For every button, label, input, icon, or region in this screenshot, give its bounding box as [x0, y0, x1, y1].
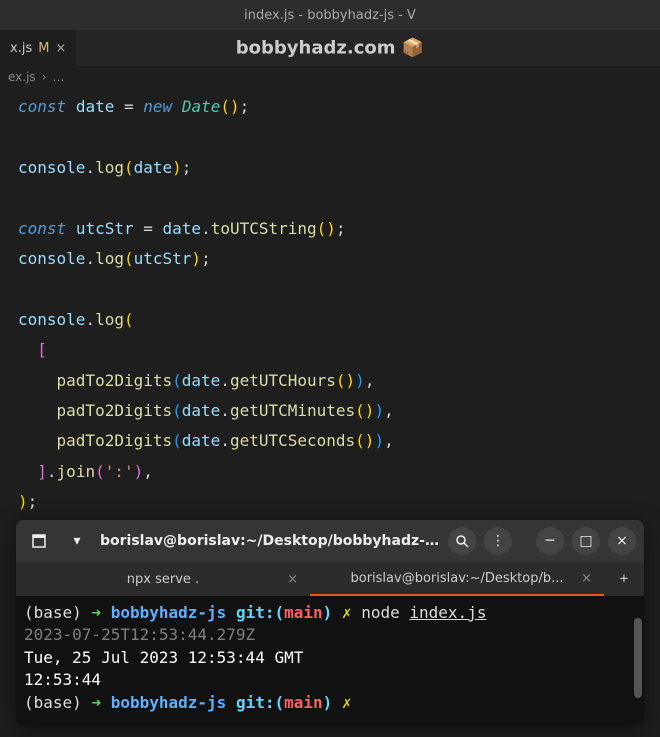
maximize-button[interactable]: □ — [572, 527, 600, 555]
plus-icon: + — [620, 571, 628, 587]
watermark-text: bobbyhadz.com — [236, 38, 396, 59]
window-title: index.js - bobbyhadz-js - V — [244, 8, 416, 23]
terminal-tab-label: borislav@borislav:~/Desktop/b... — [351, 571, 564, 586]
chevron-right-icon: › — [42, 70, 47, 84]
terminal-tab-serve[interactable]: npx serve . × — [16, 562, 310, 596]
chevron-down-icon: ▾ — [73, 533, 80, 549]
box-icon: 📦 — [402, 38, 424, 59]
terminal-header: ▾ borislav@borislav:~/Desktop/bobbyhadz-… — [16, 520, 644, 562]
editor-tabbar: x.js M × bobbyhadz.com 📦 — [0, 30, 660, 66]
breadcrumb-file: ex.js — [8, 70, 36, 84]
kebab-icon: ⋮ — [491, 533, 505, 549]
search-button[interactable] — [448, 527, 476, 555]
terminal-tab-label: npx serve . — [127, 572, 199, 587]
terminal-output: 12:53:44 — [24, 669, 636, 691]
scrollbar[interactable] — [634, 618, 642, 698]
minimize-icon: ─ — [546, 533, 554, 549]
close-icon[interactable]: × — [55, 41, 66, 56]
add-tab-button[interactable]: + — [604, 562, 644, 596]
terminal-output: Tue, 25 Jul 2023 12:53:44 GMT — [24, 647, 636, 669]
tab-dropdown-button[interactable]: ▾ — [62, 526, 92, 556]
watermark: bobbyhadz.com 📦 — [236, 38, 424, 59]
editor-tab[interactable]: x.js M × — [0, 30, 76, 66]
breadcrumb-more: … — [53, 70, 65, 84]
tab-modified-indicator: M — [38, 41, 49, 56]
menu-button[interactable]: ⋮ — [484, 527, 512, 555]
terminal-title: borislav@borislav:~/Desktop/bobbyhadz-r.… — [100, 533, 440, 549]
terminal-line: (base) ➜ bobbyhadz-js git:(main) ✗ node … — [24, 602, 636, 624]
terminal-tab-shell[interactable]: borislav@borislav:~/Desktop/b... × — [310, 562, 604, 596]
close-window-button[interactable]: × — [608, 527, 636, 555]
new-tab-button[interactable] — [24, 526, 54, 556]
close-icon: × — [616, 533, 628, 549]
close-icon[interactable]: × — [581, 571, 592, 586]
terminal-body[interactable]: (base) ➜ bobbyhadz-js git:(main) ✗ node … — [16, 596, 644, 726]
close-icon[interactable]: × — [287, 572, 298, 587]
maximize-icon: □ — [579, 533, 592, 549]
terminal-window: ▾ borislav@borislav:~/Desktop/bobbyhadz-… — [16, 520, 644, 726]
terminal-icon — [32, 534, 46, 548]
terminal-line: (base) ➜ bobbyhadz-js git:(main) ✗ — [24, 692, 636, 714]
search-icon — [455, 534, 469, 548]
window-titlebar: index.js - bobbyhadz-js - V — [0, 0, 660, 30]
breadcrumb[interactable]: ex.js › … — [0, 66, 660, 88]
terminal-output: 2023-07-25T12:53:44.279Z — [24, 624, 636, 646]
minimize-button[interactable]: ─ — [536, 527, 564, 555]
tab-filename: x.js — [10, 41, 32, 56]
terminal-tabs: npx serve . × borislav@borislav:~/Deskto… — [16, 562, 644, 596]
